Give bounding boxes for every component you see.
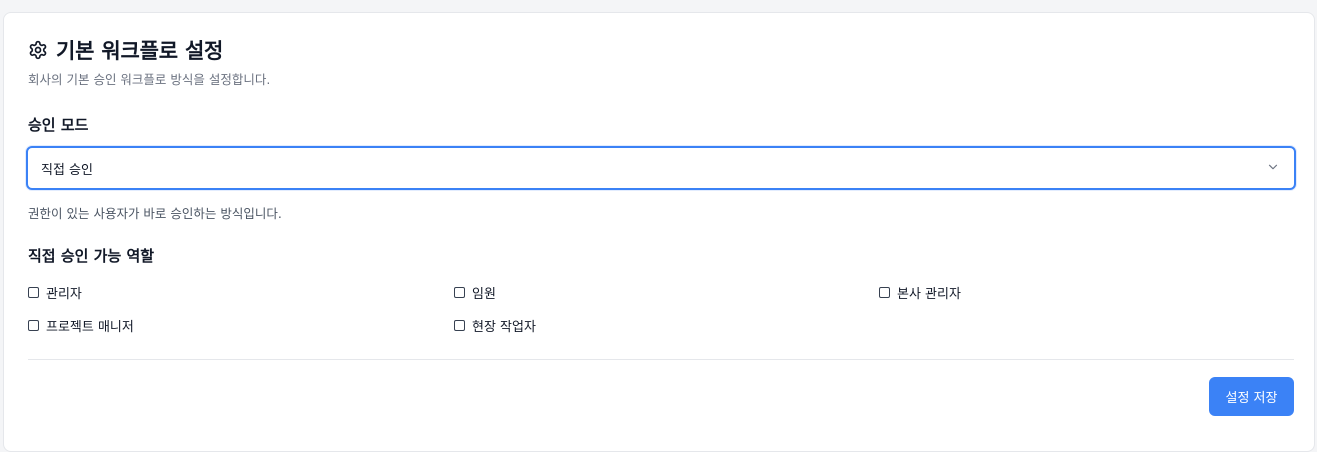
divider <box>28 359 1294 360</box>
gear-icon <box>28 40 48 60</box>
role-checkbox-admin[interactable]: 관리자 <box>28 283 82 302</box>
save-settings-button[interactable]: 설정 저장 <box>1209 377 1294 416</box>
role-checkbox-hq-admin[interactable]: 본사 관리자 <box>879 283 961 302</box>
checkbox[interactable] <box>454 320 465 331</box>
approval-mode-label: 승인 모드 <box>28 116 89 134</box>
checkbox[interactable] <box>28 320 39 331</box>
page-title: 기본 워크플로 설정 <box>56 39 224 63</box>
approval-mode-select[interactable]: 직접 승인 <box>26 146 1296 190</box>
role-label: 프로젝트 매니저 <box>46 320 134 335</box>
role-label: 현장 작업자 <box>472 320 536 335</box>
approval-mode-value: 직접 승인 <box>41 162 93 178</box>
checkbox[interactable] <box>879 287 890 298</box>
checkbox[interactable] <box>454 287 465 298</box>
page-header: 기본 워크플로 설정 <box>28 35 223 65</box>
chevron-down-icon <box>1266 159 1280 178</box>
role-label: 관리자 <box>46 287 82 302</box>
role-checkbox-executive[interactable]: 임원 <box>454 283 496 302</box>
role-checkbox-project-manager[interactable]: 프로젝트 매니저 <box>28 316 134 335</box>
role-label: 본사 관리자 <box>897 287 961 302</box>
checkbox[interactable] <box>28 287 39 298</box>
workflow-settings-card: 기본 워크플로 설정 회사의 기본 승인 워크플로 방식을 설정합니다. 승인 … <box>3 12 1315 452</box>
approval-mode-helper: 권한이 있는 사용자가 바로 승인하는 방식입니다. <box>28 206 282 221</box>
role-label: 임원 <box>472 287 496 302</box>
page-subtitle: 회사의 기본 승인 워크플로 방식을 설정합니다. <box>28 72 271 87</box>
role-checkbox-field-worker[interactable]: 현장 작업자 <box>454 316 536 335</box>
roles-label: 직접 승인 가능 역할 <box>28 247 155 265</box>
